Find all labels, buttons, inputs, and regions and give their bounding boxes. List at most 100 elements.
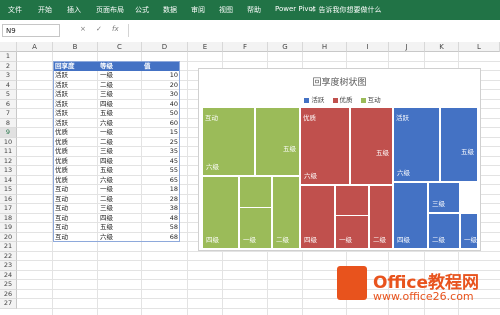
- row-header-4[interactable]: 4: [0, 80, 17, 90]
- grid-col-line: [187, 52, 188, 315]
- row-header-10[interactable]: 10: [0, 137, 17, 147]
- row-header-15[interactable]: 15: [0, 185, 17, 195]
- treemap-tile[interactable]: 四级: [393, 182, 428, 249]
- tell-me-text: 告诉我你想要做什么: [318, 6, 382, 14]
- tab-insert[interactable]: 插入: [67, 5, 81, 15]
- legend-label-quality: 优质: [339, 96, 353, 104]
- legend-label-active: 活跃: [311, 96, 325, 104]
- formula-input[interactable]: [128, 24, 499, 37]
- row-header-17[interactable]: 17: [0, 204, 17, 214]
- row-header-14[interactable]: 14: [0, 175, 17, 185]
- column-header-I[interactable]: I: [347, 42, 389, 52]
- confirm-icon[interactable]: ✓: [96, 25, 102, 33]
- row-header-6[interactable]: 6: [0, 99, 17, 109]
- column-header-A[interactable]: A: [17, 42, 53, 52]
- treemap-tile-label: 一级: [464, 236, 477, 244]
- column-header-K[interactable]: K: [425, 42, 459, 52]
- treemap-tile-label: 三级: [432, 200, 445, 208]
- treemap-tile-label: 二级: [276, 236, 289, 244]
- tab-data[interactable]: 数据: [163, 5, 177, 15]
- row-header-18[interactable]: 18: [0, 213, 17, 223]
- tab-help[interactable]: 帮助: [247, 5, 261, 15]
- watermark-url: www.office26.com: [373, 290, 474, 303]
- treemap-group-label: 活跃: [396, 114, 409, 122]
- treemap-group-label: 优质: [303, 114, 316, 122]
- lightbulb-icon: ☼: [310, 6, 319, 14]
- row-header-3[interactable]: 3: [0, 71, 17, 81]
- treemap-tile[interactable]: 二级: [369, 185, 393, 249]
- legend-key-quality: [332, 97, 338, 103]
- select-all-corner[interactable]: [0, 42, 17, 52]
- treemap-tile[interactable]: 五级: [255, 107, 300, 176]
- column-header-L[interactable]: L: [459, 42, 500, 52]
- row-header-20[interactable]: 20: [0, 232, 17, 242]
- row-header-21[interactable]: 21: [0, 242, 17, 252]
- ribbon-tabs: 文件 开始 插入 页面布局 公式 数据 审阅 视图 帮助 Power Pivot…: [0, 0, 500, 20]
- watermark: Office教程网 www.office26.com: [337, 266, 497, 311]
- treemap-tile-label: 一级: [339, 236, 352, 244]
- column-header-D[interactable]: D: [142, 42, 188, 52]
- legend-key-active: [304, 97, 310, 103]
- name-box[interactable]: N9: [2, 24, 60, 37]
- row-header-13[interactable]: 13: [0, 166, 17, 176]
- column-header-G[interactable]: G: [268, 42, 303, 52]
- treemap-tile-label: 六级: [397, 169, 410, 177]
- tab-page-layout[interactable]: 页面布局: [96, 5, 124, 15]
- row-header-27[interactable]: 27: [0, 299, 17, 309]
- row-header-5[interactable]: 5: [0, 90, 17, 100]
- treemap-tile[interactable]: 二级: [428, 213, 460, 249]
- column-header-F[interactable]: F: [223, 42, 268, 52]
- row-header-2[interactable]: 2: [0, 61, 17, 71]
- treemap-tile[interactable]: 一级: [460, 213, 478, 249]
- treemap-tile[interactable]: 一级: [239, 207, 272, 249]
- row-header-7[interactable]: 7: [0, 109, 17, 119]
- tell-me-search[interactable]: ☼ 告诉我你想要做什么: [310, 5, 382, 15]
- row-header-16[interactable]: 16: [0, 194, 17, 204]
- column-header-C[interactable]: C: [98, 42, 142, 52]
- row-header-22[interactable]: 22: [0, 251, 17, 261]
- treemap-tile-label: 四级: [304, 236, 317, 244]
- column-header-E[interactable]: E: [188, 42, 223, 52]
- column-header-H[interactable]: H: [303, 42, 347, 52]
- cancel-icon[interactable]: ×: [80, 25, 86, 33]
- tab-home[interactable]: 开始: [38, 5, 52, 15]
- treemap-tile-label: 二级: [432, 236, 445, 244]
- treemap-tile-label: 四级: [206, 236, 219, 244]
- row-header-25[interactable]: 25: [0, 280, 17, 290]
- legend-label-interact: 互动: [367, 96, 381, 104]
- chart-title: 回享度树状图: [312, 78, 367, 88]
- office-logo-icon: [337, 266, 367, 300]
- tab-review[interactable]: 审阅: [191, 5, 205, 15]
- row-header-1[interactable]: 1: [0, 52, 17, 62]
- treemap-tile-label: 六级: [206, 163, 219, 171]
- treemap-group-label: 互动: [205, 114, 218, 122]
- row-header-26[interactable]: 26: [0, 289, 17, 299]
- treemap-tile-label: 五级: [376, 149, 389, 157]
- column-header-J[interactable]: J: [389, 42, 425, 52]
- treemap-tile[interactable]: 二级: [272, 176, 300, 249]
- treemap-tile[interactable]: 四级: [202, 176, 239, 249]
- column-header-B[interactable]: B: [53, 42, 98, 52]
- row-header-19[interactable]: 19: [0, 223, 17, 233]
- tab-formulas[interactable]: 公式: [135, 5, 149, 15]
- treemap-tile[interactable]: 五级: [350, 107, 393, 185]
- row-header-23[interactable]: 23: [0, 261, 17, 271]
- treemap-tile[interactable]: 五级: [440, 107, 478, 182]
- row-header-8[interactable]: 8: [0, 118, 17, 128]
- treemap-tile[interactable]: 四级: [300, 185, 335, 249]
- row-header-12[interactable]: 12: [0, 156, 17, 166]
- row-header-24[interactable]: 24: [0, 270, 17, 280]
- tab-file[interactable]: 文件: [8, 5, 22, 15]
- tab-view[interactable]: 视图: [219, 5, 233, 15]
- treemap-tile[interactable]: 一级: [335, 215, 369, 249]
- treemap-tile-label: 四级: [397, 236, 410, 244]
- formula-bar: N9 × ✓ fx: [0, 20, 500, 43]
- treemap-tile-label: 五级: [283, 144, 296, 153]
- treemap-tile-label: 二级: [373, 236, 386, 244]
- table-border: [53, 61, 180, 242]
- treemap-tile[interactable]: 三级: [428, 182, 460, 213]
- treemap-chart[interactable]: 回享度树状图 活跃 优质 互动 六级五级四级三级二级一级六级五级四级三级二级一级…: [198, 68, 481, 251]
- row-header-9[interactable]: 9: [0, 128, 17, 138]
- fx-icon[interactable]: fx: [112, 25, 119, 33]
- row-header-11[interactable]: 11: [0, 147, 17, 157]
